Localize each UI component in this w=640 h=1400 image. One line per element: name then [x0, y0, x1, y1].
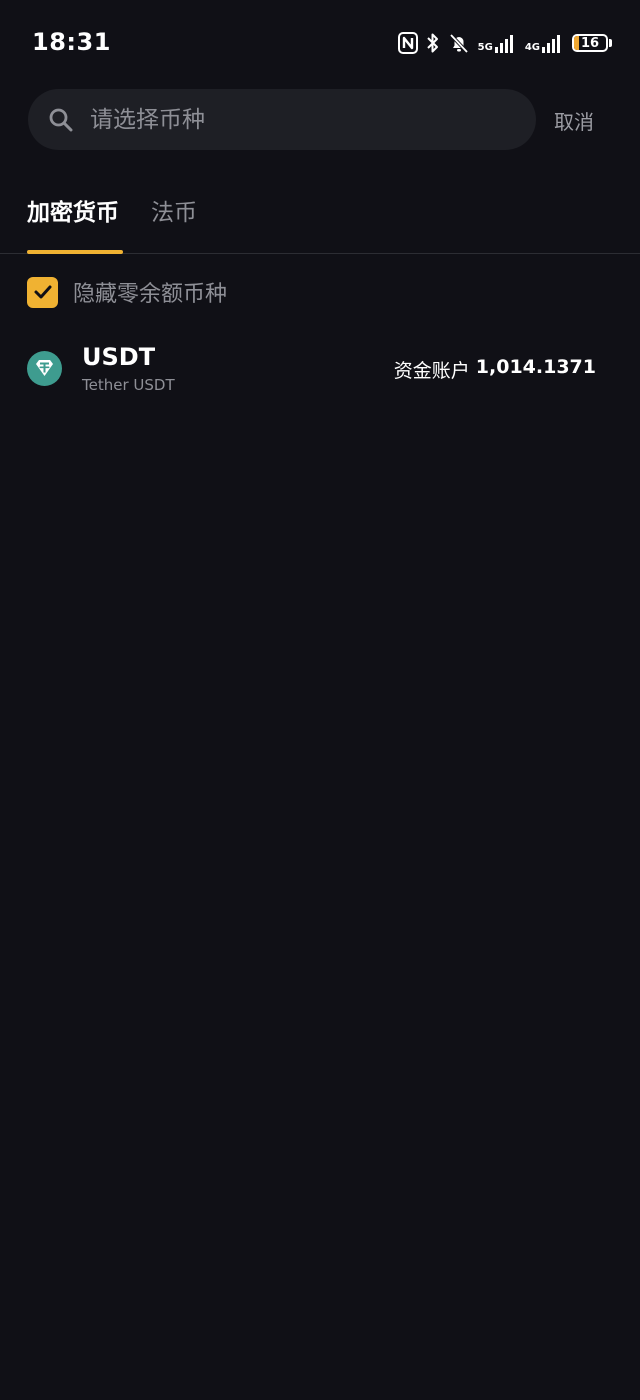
- battery-fill: [574, 36, 580, 50]
- network-5g-label: 5G: [477, 42, 493, 53]
- hide-zero-label: 隐藏零余额币种: [73, 282, 228, 307]
- coin-symbol: USDT: [82, 343, 156, 371]
- signal-5g: 5G: [478, 33, 517, 53]
- bluetooth-icon: [426, 32, 440, 54]
- status-bar: 18:31 5G 4G 16: [0, 0, 640, 86]
- battery-icon: 16: [572, 34, 612, 52]
- search-box[interactable]: [28, 89, 536, 150]
- battery-level: 16: [580, 35, 600, 51]
- nfc-icon: [397, 32, 418, 54]
- status-time: 18:31: [32, 28, 111, 56]
- hide-zero-balance-toggle[interactable]: 隐藏零余额币种: [27, 276, 227, 308]
- bell-muted-icon: [448, 32, 470, 54]
- signal-icon: [494, 35, 513, 53]
- battery-body: 16: [572, 34, 608, 52]
- coin-name: Tether USDT: [82, 376, 175, 394]
- signal-4g: 4G: [525, 33, 564, 53]
- signal-icon: [542, 35, 560, 53]
- tab-crypto[interactable]: 加密货币: [27, 193, 119, 227]
- cancel-button[interactable]: 取消: [554, 106, 594, 135]
- battery-tip: [609, 39, 612, 47]
- active-tab-indicator: [27, 250, 123, 254]
- balance: 资金账户 1,014.1371: [394, 356, 596, 383]
- search-icon: [49, 108, 73, 131]
- hide-zero-checkbox[interactable]: [27, 276, 58, 308]
- check-icon: [34, 285, 51, 299]
- coin-selector-screen: 18:31 5G 4G 16 请选择币种 取消 加密货币 法币 隐藏零余额币种 …: [0, 0, 640, 1400]
- balance-value: 1,014.1371: [475, 356, 596, 378]
- tab-fiat[interactable]: 法币: [151, 193, 197, 227]
- search-input[interactable]: [88, 105, 492, 134]
- status-icons: 5G 4G 16: [397, 30, 612, 56]
- asset-list-item[interactable]: USDT Tether USDT 资金账户 1,014.1371: [0, 330, 640, 410]
- account-label: 资金账户: [393, 360, 470, 382]
- tab-bar: 加密货币 法币: [0, 185, 640, 254]
- network-4g-label: 4G: [524, 42, 540, 53]
- tether-logo-icon: [27, 351, 62, 386]
